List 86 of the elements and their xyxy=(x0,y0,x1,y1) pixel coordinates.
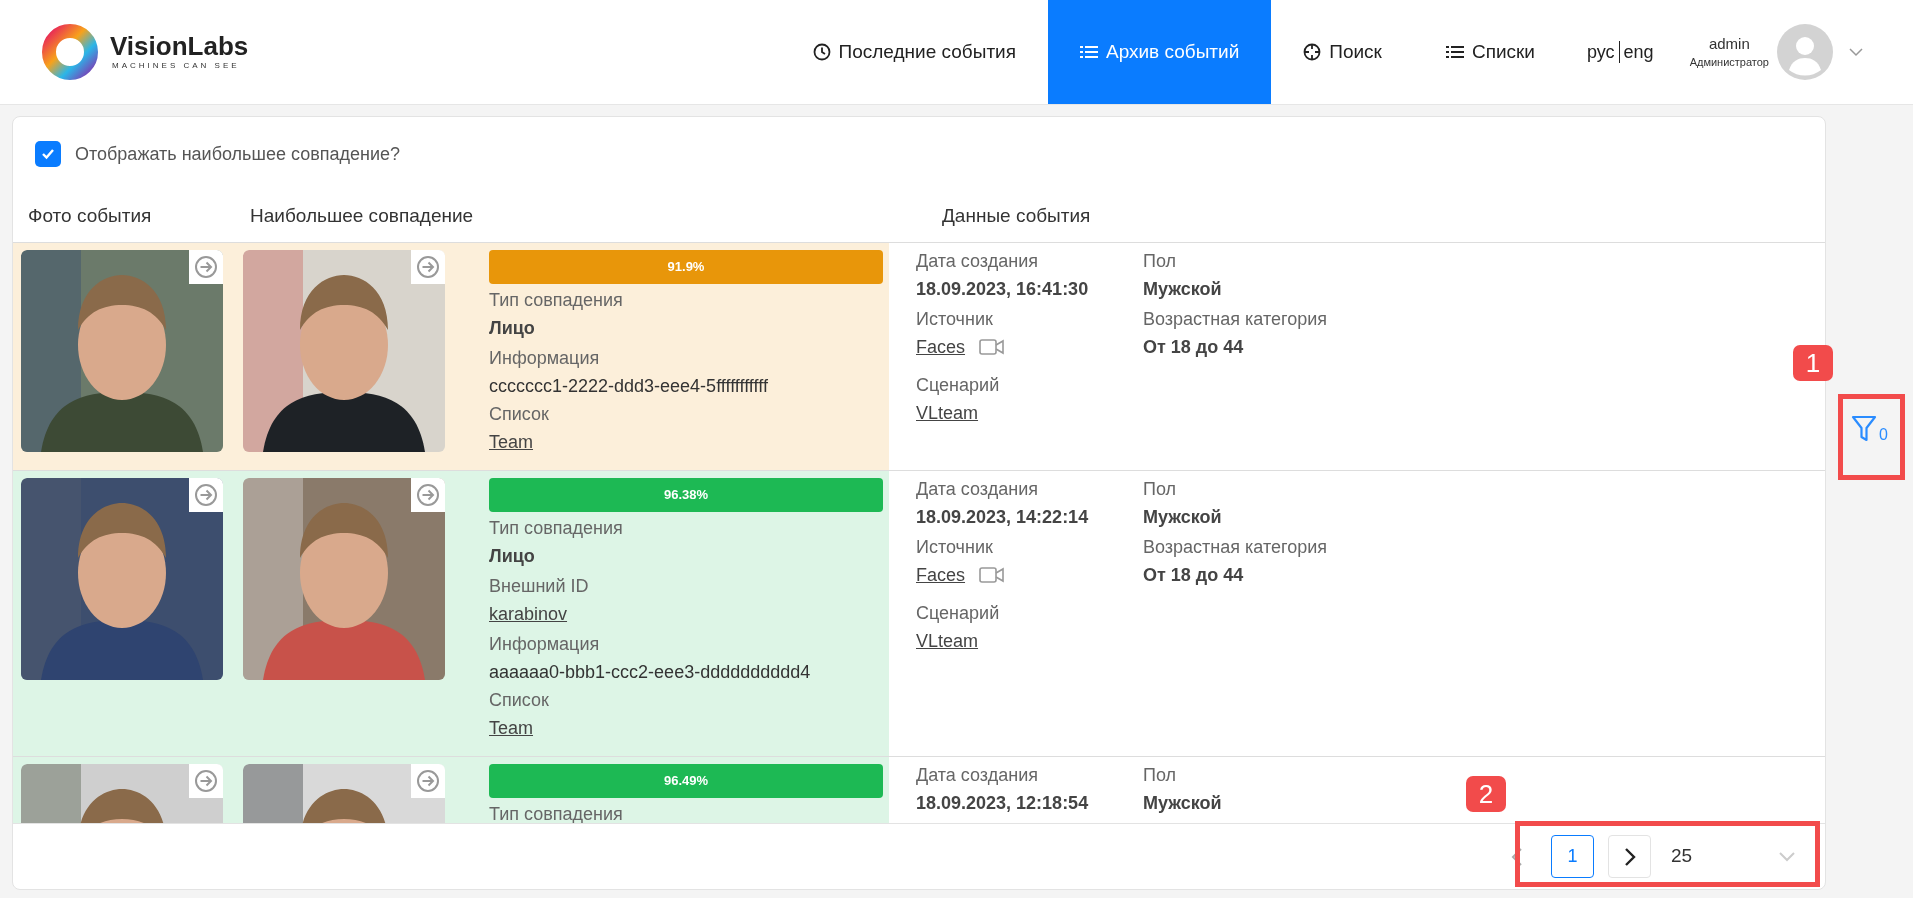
field-value: От 18 до 44 xyxy=(1143,336,1245,359)
chevron-down-icon xyxy=(1849,47,1863,57)
arrow-right-icon xyxy=(194,255,218,279)
chevron-left-icon xyxy=(1511,846,1523,867)
field-value: ccccccc1-2222-ddd3-eee4-5fffffffffff xyxy=(489,375,769,398)
annotation-badge: 1 xyxy=(1793,345,1833,381)
crosshair-icon xyxy=(1303,43,1322,61)
user-role: Администратор xyxy=(1689,55,1769,70)
language-link[interactable]: рус xyxy=(1586,38,1615,66)
list-icon xyxy=(1445,44,1464,60)
open-button[interactable] xyxy=(411,764,445,798)
open-button[interactable] xyxy=(411,478,445,512)
field-label: Тип совпадения xyxy=(489,803,624,823)
field-value: От 18 до 44 xyxy=(1143,564,1245,587)
arrow-right-icon xyxy=(416,255,440,279)
field-label: Пол xyxy=(1143,478,1178,501)
arrow-right-icon xyxy=(194,483,218,507)
field-label: Дата создания xyxy=(916,250,1039,273)
field-value: Мужской xyxy=(1143,278,1223,301)
field-label: Дата создания xyxy=(916,764,1039,787)
field-value: 18.09.2023, 16:41:30 xyxy=(916,278,1090,301)
field-label: Тип совпадения xyxy=(489,289,624,312)
column-header: Данные события xyxy=(941,204,1091,229)
nav-tab[interactable]: Архив событий xyxy=(1048,0,1272,104)
list-icon xyxy=(1080,44,1098,60)
field-label: Пол xyxy=(1143,764,1178,787)
field-label: Источник xyxy=(916,308,994,331)
field-link[interactable]: Team xyxy=(489,714,533,742)
logo-ring-icon xyxy=(42,24,98,80)
open-button[interactable] xyxy=(189,764,223,798)
column-header: Наибольшее совпадение xyxy=(249,204,475,229)
field-value: Лицо xyxy=(489,545,536,568)
field-label: Список xyxy=(489,689,550,712)
field-value: 18.09.2023, 14:22:14 xyxy=(916,506,1090,529)
source-link[interactable]: Faces xyxy=(916,333,966,361)
source-link[interactable]: Faces xyxy=(916,561,966,589)
field-link[interactable]: karabinov xyxy=(489,600,568,628)
field-label: Информация xyxy=(489,347,601,370)
field-label: Источник xyxy=(916,536,994,559)
field-label: Сценарий xyxy=(916,374,1001,397)
chevron-down-icon xyxy=(1779,851,1795,862)
field-label: Информация xyxy=(489,633,601,656)
column-header: Фото события xyxy=(27,204,153,229)
field-label: Возрастная категория xyxy=(1143,308,1328,331)
field-label: Список xyxy=(489,403,550,426)
filter-icon xyxy=(1851,415,1878,443)
field-link[interactable]: VLteam xyxy=(916,399,979,427)
language-link[interactable]: eng xyxy=(1623,38,1654,66)
clock-icon xyxy=(812,43,831,61)
video-camera-icon xyxy=(979,566,1006,584)
chevron-right-icon xyxy=(1623,846,1636,867)
field-value: aaaaaa0-bbb1-ccc2-eee3-dddddddddd4 xyxy=(489,661,812,684)
field-value: 18.09.2023, 12:18:54 xyxy=(916,792,1090,815)
page-size-select[interactable]: 25 xyxy=(1665,835,1795,878)
field-value: Лицо xyxy=(489,317,536,340)
checkbox-label: Отображать наибольшее совпадение? xyxy=(75,142,400,166)
avatar-icon xyxy=(1777,24,1833,80)
score-bar: 96.49% xyxy=(489,764,883,798)
field-label: Возрастная категория xyxy=(1143,536,1328,559)
user-name: admin xyxy=(1708,34,1750,54)
score-bar: 96.38% xyxy=(489,478,883,512)
open-button[interactable] xyxy=(189,250,223,284)
checkbox[interactable] xyxy=(35,141,61,167)
field-label: Тип совпадения xyxy=(489,517,624,540)
field-link[interactable]: VLteam xyxy=(916,627,979,655)
field-value: Мужской xyxy=(1143,792,1223,815)
arrow-right-icon xyxy=(416,769,440,793)
field-value: Мужской xyxy=(1143,506,1223,529)
video-camera-icon xyxy=(979,338,1006,356)
open-button[interactable] xyxy=(411,250,445,284)
check-icon xyxy=(41,148,55,160)
logo-text: VisionLabs xyxy=(110,32,249,60)
open-button[interactable] xyxy=(189,478,223,512)
annotation-badge: 2 xyxy=(1466,776,1506,812)
filter-count: 0 xyxy=(1879,427,1888,443)
field-label: Дата создания xyxy=(916,478,1039,501)
arrow-right-icon xyxy=(416,483,440,507)
field-label: Сценарий xyxy=(916,602,1001,625)
page-button[interactable]: 1 xyxy=(1551,835,1594,878)
score-bar: 91.9% xyxy=(489,250,883,284)
field-label: Внешний ID xyxy=(489,575,590,598)
field-label: Пол xyxy=(1143,250,1178,273)
next-page-button[interactable] xyxy=(1608,835,1651,878)
arrow-right-icon xyxy=(194,769,218,793)
field-link[interactable]: Team xyxy=(489,428,533,456)
logo-tagline: MACHINES CAN SEE xyxy=(112,60,241,72)
